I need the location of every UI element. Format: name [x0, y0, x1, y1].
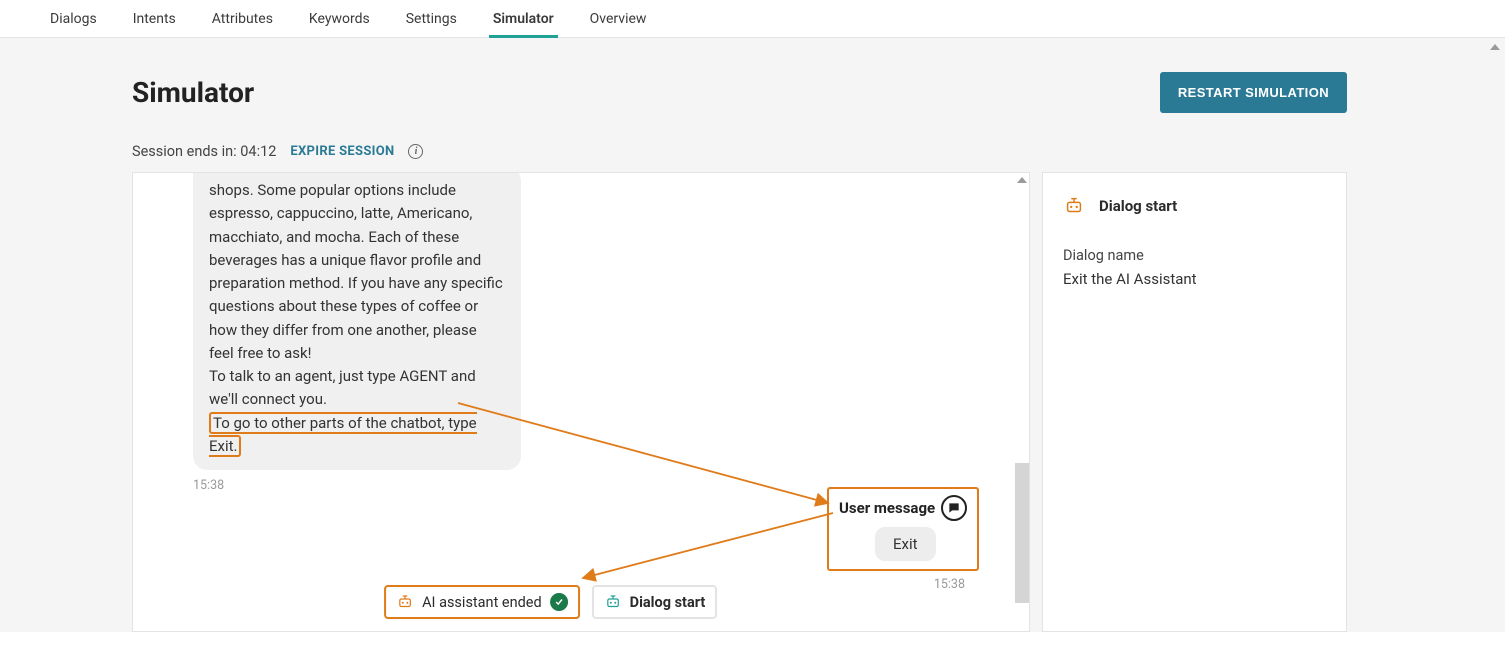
page-scrollbar[interactable]: [1487, 38, 1503, 632]
tab-attributes[interactable]: Attributes: [208, 1, 277, 37]
user-message-block: User message Exit 15:38: [827, 487, 979, 592]
ai-ended-label: AI assistant ended: [422, 594, 542, 611]
robot-icon: [1063, 195, 1085, 217]
session-info: Session ends in: 04:12 EXPIRE SESSION i: [132, 143, 1347, 160]
tab-keywords[interactable]: Keywords: [305, 1, 374, 37]
check-icon: [550, 593, 568, 611]
scroll-up-icon: [1490, 44, 1500, 50]
expire-session-button[interactable]: EXPIRE SESSION: [290, 144, 394, 159]
robot-icon: [396, 593, 414, 611]
tab-intents[interactable]: Intents: [129, 1, 180, 37]
bot-message: shops. Some popular options include espr…: [193, 173, 521, 470]
robot-icon: [604, 593, 622, 611]
chat-scroll-up-icon: [1017, 177, 1027, 183]
chat-scrollbar[interactable]: [1015, 173, 1029, 631]
session-prefix: Session ends in:: [132, 143, 240, 160]
tab-settings[interactable]: Settings: [402, 1, 461, 37]
tab-overview[interactable]: Overview: [586, 1, 651, 37]
ai-assistant-ended-chip[interactable]: AI assistant ended: [384, 585, 580, 619]
status-row: AI assistant ended Dialog start: [384, 585, 717, 619]
tab-dialogs[interactable]: Dialogs: [46, 1, 101, 37]
tab-simulator[interactable]: Simulator: [489, 1, 558, 37]
chat-scrollbar-thumb[interactable]: [1015, 463, 1029, 603]
nav-tabs: Dialogs Intents Attributes Keywords Sett…: [0, 0, 1505, 38]
page-title: Simulator: [132, 76, 254, 109]
speech-bubble-icon: [941, 495, 967, 521]
dialog-start-label: Dialog start: [630, 594, 706, 611]
bot-message-text: shops. Some popular options include espr…: [209, 181, 503, 408]
user-message-highlight-box: User message Exit: [827, 487, 979, 571]
session-countdown: 04:12: [240, 143, 276, 160]
bot-message-highlight: To go to other parts of the chatbot, typ…: [209, 412, 477, 457]
page-body: Simulator RESTART SIMULATION Session end…: [0, 38, 1505, 632]
chat-panel: shops. Some popular options include espr…: [132, 172, 1030, 632]
user-message-time: 15:38: [827, 577, 979, 592]
side-panel: Dialog start Dialog name Exit the AI Ass…: [1042, 172, 1347, 632]
dialog-start-chip[interactable]: Dialog start: [592, 585, 718, 619]
user-message-text: Exit: [875, 527, 936, 561]
dialog-name-label: Dialog name: [1063, 247, 1326, 264]
user-message-label: User message: [839, 499, 935, 517]
restart-simulation-button[interactable]: RESTART SIMULATION: [1160, 72, 1347, 113]
side-panel-title: Dialog start: [1099, 197, 1177, 215]
info-icon[interactable]: i: [408, 144, 423, 159]
dialog-name-value: Exit the AI Assistant: [1063, 270, 1326, 288]
